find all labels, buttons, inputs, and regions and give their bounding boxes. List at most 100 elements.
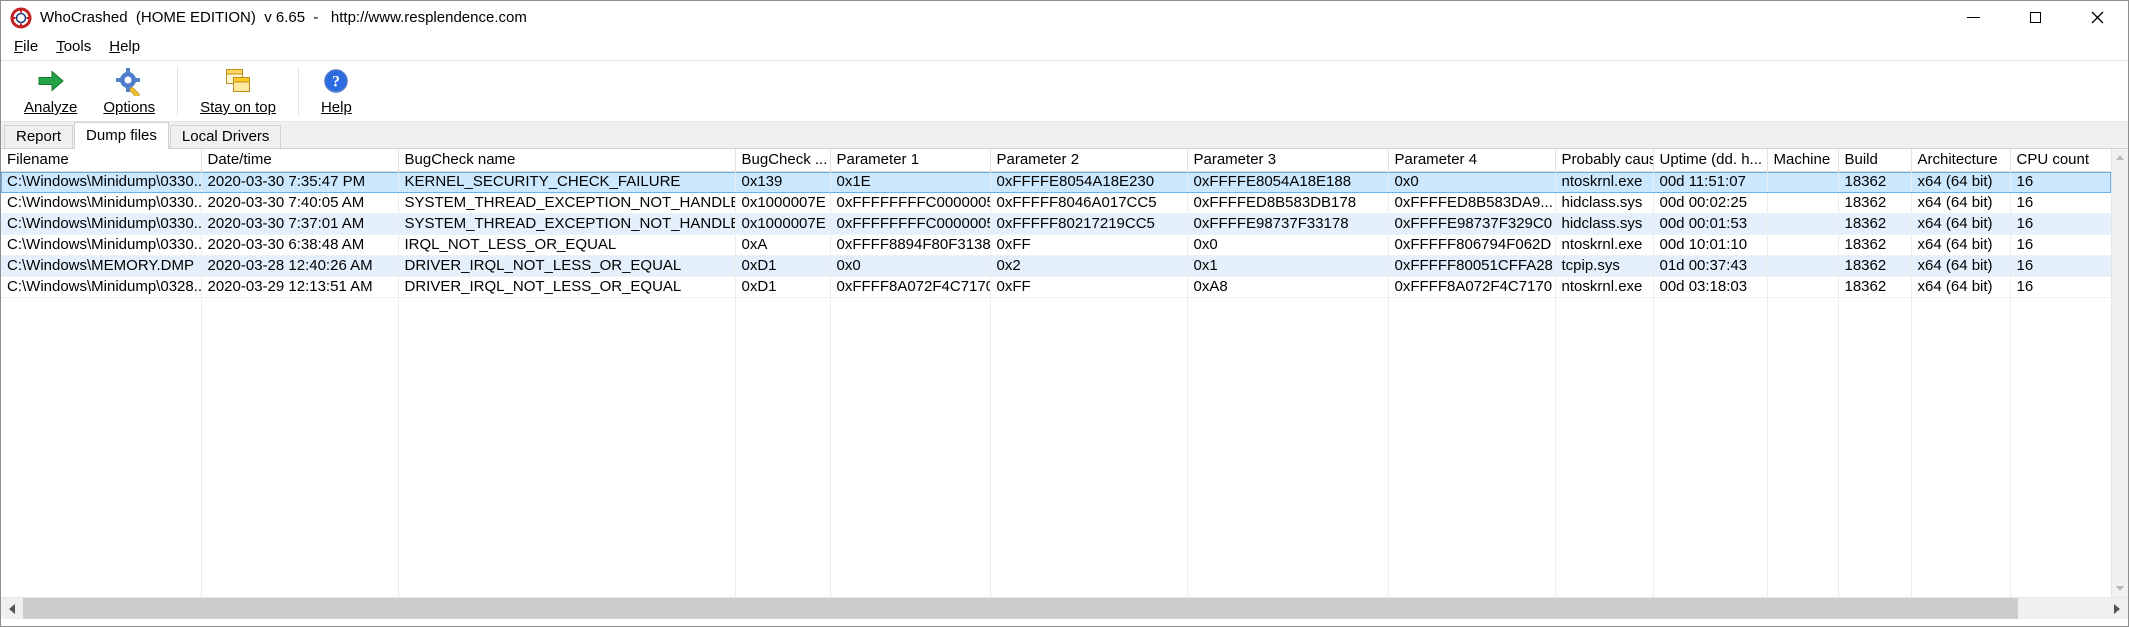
table-cell[interactable]: hidclass.sys — [1555, 192, 1654, 214]
analyze-button[interactable]: Analyze — [11, 61, 90, 121]
table-cell[interactable]: 0xA8 — [1187, 276, 1389, 298]
table-cell[interactable]: 0xD1 — [735, 255, 831, 277]
table-cell[interactable]: 16 — [2010, 192, 2111, 214]
table-cell[interactable]: 16 — [2010, 276, 2111, 298]
table-cell[interactable]: 0xFFFF8894F80F3138 — [830, 234, 991, 256]
table-cell[interactable]: 18362 — [1838, 213, 1912, 235]
table-cell[interactable]: 18362 — [1838, 171, 1912, 193]
table-cell[interactable]: DRIVER_IRQL_NOT_LESS_OR_EQUAL — [398, 276, 736, 298]
table-row[interactable]: C:\Windows\Minidump\0330... 2020-03-30 6:… — [1, 234, 2111, 256]
column-header-parameter-3[interactable]: Parameter 3 — [1187, 149, 1389, 172]
table-cell[interactable]: 0xFFFFF80217219CC5 — [990, 213, 1188, 235]
column-header-architecture[interactable]: Architecture — [1911, 149, 2011, 172]
table-cell[interactable]: 16 — [2010, 213, 2111, 235]
scroll-up-arrow[interactable] — [2112, 149, 2128, 166]
table-cell[interactable]: 00d 11:51:07 — [1653, 171, 1768, 193]
table-cell[interactable]: KERNEL_SECURITY_CHECK_FAILURE — [398, 171, 736, 193]
table-cell[interactable]: 0xFF — [990, 234, 1188, 256]
table-cell[interactable] — [1767, 255, 1839, 277]
table-cell[interactable]: 0xA — [735, 234, 831, 256]
table-cell[interactable]: x64 (64 bit) — [1911, 276, 2011, 298]
table-row[interactable]: C:\Windows\Minidump\0330... 2020-03-30 7:… — [1, 192, 2111, 214]
tab-dump-files[interactable]: Dump files — [74, 122, 169, 149]
column-header-build[interactable]: Build — [1838, 149, 1912, 172]
table-cell[interactable]: 0x2 — [990, 255, 1188, 277]
table-cell[interactable]: 0xFFFF8A072F4C7170 — [830, 276, 991, 298]
table-cell[interactable] — [1767, 192, 1839, 214]
table-cell[interactable]: 00d 10:01:10 — [1653, 234, 1768, 256]
table-row[interactable]: C:\Windows\MEMORY.DMP 2020-03-28 12:40:26… — [1, 255, 2111, 277]
table-row[interactable]: C:\Windows\Minidump\0330... 2020-03-30 7:… — [1, 171, 2111, 193]
table-cell[interactable]: 2020-03-30 7:40:05 AM — [201, 192, 399, 214]
table-cell[interactable]: 0xFFFFE8054A18E230 — [990, 171, 1188, 193]
help-button[interactable]: ? Help — [308, 61, 365, 121]
table-cell[interactable]: tcpip.sys — [1555, 255, 1654, 277]
table-cell[interactable]: 2020-03-30 7:37:01 AM — [201, 213, 399, 235]
table-cell[interactable]: 0x0 — [830, 255, 991, 277]
table-cell[interactable]: SYSTEM_THREAD_EXCEPTION_NOT_HANDLED_M — [398, 192, 736, 214]
table-cell[interactable]: 0xFFFFFFFFC0000005 — [830, 192, 991, 214]
table-cell[interactable]: ntoskrnl.exe — [1555, 171, 1654, 193]
table-cell[interactable]: x64 (64 bit) — [1911, 234, 2011, 256]
table-cell[interactable]: 0x0 — [1187, 234, 1389, 256]
table-cell[interactable]: 2020-03-28 12:40:26 AM — [201, 255, 399, 277]
table-cell[interactable] — [1767, 234, 1839, 256]
table-cell[interactable]: C:\Windows\Minidump\0330... — [1, 192, 202, 214]
column-header-probably-caused[interactable]: Probably caus... — [1555, 149, 1654, 172]
table-cell[interactable]: x64 (64 bit) — [1911, 192, 2011, 214]
table-cell[interactable]: 0x1000007E — [735, 213, 831, 235]
horizontal-scrollbar-thumb[interactable] — [23, 598, 2018, 619]
column-header-bugcheck-name[interactable]: BugCheck name — [398, 149, 736, 172]
stay-on-top-button[interactable]: Stay on top — [187, 61, 289, 121]
table-cell[interactable]: 0xFFFFE8054A18E188 — [1187, 171, 1389, 193]
tab-report[interactable]: Report — [4, 125, 74, 148]
table-cell[interactable]: SYSTEM_THREAD_EXCEPTION_NOT_HANDLED_M — [398, 213, 736, 235]
menu-tools[interactable]: Tools — [47, 34, 100, 60]
table-cell[interactable]: C:\Windows\Minidump\0328... — [1, 276, 202, 298]
table-cell[interactable]: 0xFFFFF80051CFFA28 — [1388, 255, 1556, 277]
table-cell[interactable]: 00d 03:18:03 — [1653, 276, 1768, 298]
table-cell[interactable]: 0x1000007E — [735, 192, 831, 214]
table-cell[interactable]: 16 — [2010, 234, 2111, 256]
table-cell[interactable]: C:\Windows\Minidump\0330... — [1, 234, 202, 256]
table-cell[interactable]: 18362 — [1838, 276, 1912, 298]
app-icon[interactable] — [10, 7, 32, 29]
table-cell[interactable]: C:\Windows\Minidump\0330... — [1, 213, 202, 235]
table-cell[interactable]: x64 (64 bit) — [1911, 255, 2011, 277]
table-cell[interactable]: 2020-03-30 6:38:48 AM — [201, 234, 399, 256]
table-cell[interactable]: 16 — [2010, 255, 2111, 277]
column-header-machine[interactable]: Machine — [1767, 149, 1839, 172]
table-cell[interactable]: ntoskrnl.exe — [1555, 276, 1654, 298]
table-cell[interactable]: 18362 — [1838, 192, 1912, 214]
table-cell[interactable]: 0xFF — [990, 276, 1188, 298]
table-cell[interactable] — [1767, 171, 1839, 193]
close-button[interactable] — [2066, 1, 2128, 34]
column-header-cpu-count[interactable]: CPU count — [2010, 149, 2111, 172]
table-cell[interactable]: 0xFFFFFFFFC0000005 — [830, 213, 991, 235]
table-cell[interactable]: 0xFFFFF8046A017CC5 — [990, 192, 1188, 214]
column-header-parameter-2[interactable]: Parameter 2 — [990, 149, 1188, 172]
table-cell[interactable]: 01d 00:37:43 — [1653, 255, 1768, 277]
table-cell[interactable]: 0x1 — [1187, 255, 1389, 277]
horizontal-scrollbar-track[interactable] — [2018, 598, 2106, 619]
column-header-bugcheck-code[interactable]: BugCheck ... — [735, 149, 831, 172]
table-cell[interactable]: 0xFFFFED8B583DA9... — [1388, 192, 1556, 214]
vertical-scrollbar[interactable] — [2111, 149, 2128, 597]
table-cell[interactable]: 0x0 — [1388, 171, 1556, 193]
table-cell[interactable]: x64 (64 bit) — [1911, 213, 2011, 235]
table-cell[interactable]: ntoskrnl.exe — [1555, 234, 1654, 256]
menu-file[interactable]: File — [5, 34, 47, 60]
table-cell[interactable]: 18362 — [1838, 234, 1912, 256]
table-cell[interactable]: x64 (64 bit) — [1911, 171, 2011, 193]
table-cell[interactable]: 0xFFFFF806794F062D — [1388, 234, 1556, 256]
maximize-button[interactable] — [2004, 1, 2066, 34]
table-row[interactable]: C:\Windows\Minidump\0330... 2020-03-30 7:… — [1, 213, 2111, 235]
scroll-left-arrow[interactable] — [1, 598, 23, 619]
table-cell[interactable]: 0xFFFFE98737F33178 — [1187, 213, 1389, 235]
column-header-filename[interactable]: Filename — [1, 149, 202, 172]
table-cell[interactable]: 00d 00:01:53 — [1653, 213, 1768, 235]
options-button[interactable]: Options — [90, 61, 168, 121]
table-cell[interactable] — [1767, 276, 1839, 298]
table-cell[interactable]: 0x1E — [830, 171, 991, 193]
table-cell[interactable]: hidclass.sys — [1555, 213, 1654, 235]
